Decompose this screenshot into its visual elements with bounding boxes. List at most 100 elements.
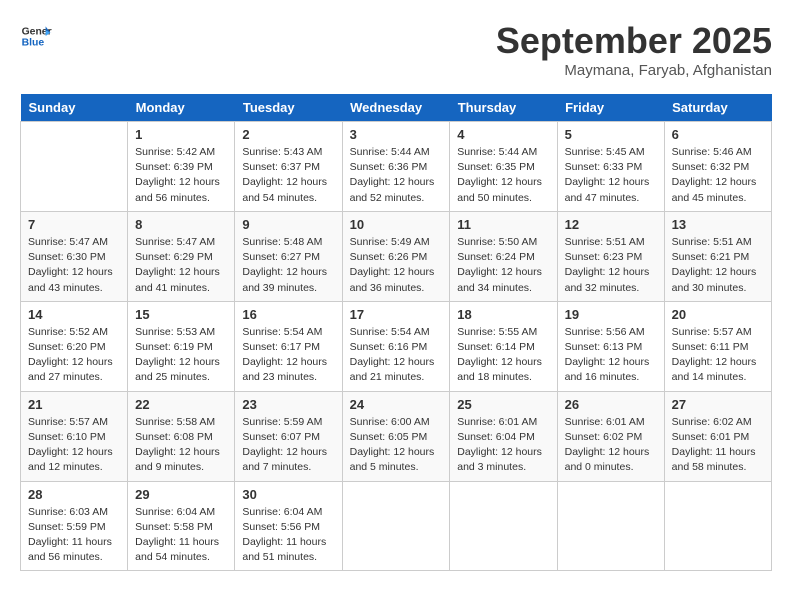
calendar-cell: 1 Sunrise: 5:42 AMSunset: 6:39 PMDaylight… [128,122,235,212]
weekday-header-wednesday: Wednesday [342,94,450,122]
day-info: Sunrise: 5:48 AMSunset: 6:27 PMDaylight:… [242,235,334,296]
day-number: 26 [565,397,657,412]
day-info: Sunrise: 6:03 AMSunset: 5:59 PMDaylight:… [28,505,120,566]
calendar-cell: 30 Sunrise: 6:04 AMSunset: 5:56 PMDayligh… [235,481,342,571]
day-number: 14 [28,307,120,322]
day-info: Sunrise: 6:01 AMSunset: 6:02 PMDaylight:… [565,415,657,476]
calendar-cell [664,481,771,571]
day-info: Sunrise: 5:57 AMSunset: 6:11 PMDaylight:… [672,325,764,386]
day-info: Sunrise: 6:04 AMSunset: 5:56 PMDaylight:… [242,505,334,566]
day-number: 17 [350,307,443,322]
calendar-cell: 15 Sunrise: 5:53 AMSunset: 6:19 PMDayligh… [128,301,235,391]
calendar-cell: 23 Sunrise: 5:59 AMSunset: 6:07 PMDayligh… [235,391,342,481]
day-number: 24 [350,397,443,412]
day-info: Sunrise: 5:43 AMSunset: 6:37 PMDaylight:… [242,145,334,206]
day-info: Sunrise: 5:46 AMSunset: 6:32 PMDaylight:… [672,145,764,206]
calendar-cell: 27 Sunrise: 6:02 AMSunset: 6:01 PMDayligh… [664,391,771,481]
calendar-cell [342,481,450,571]
calendar-cell: 16 Sunrise: 5:54 AMSunset: 6:17 PMDayligh… [235,301,342,391]
day-info: Sunrise: 5:42 AMSunset: 6:39 PMDaylight:… [135,145,227,206]
calendar-cell: 22 Sunrise: 5:58 AMSunset: 6:08 PMDayligh… [128,391,235,481]
day-info: Sunrise: 5:49 AMSunset: 6:26 PMDaylight:… [350,235,443,296]
day-info: Sunrise: 5:50 AMSunset: 6:24 PMDaylight:… [457,235,549,296]
day-info: Sunrise: 5:44 AMSunset: 6:35 PMDaylight:… [457,145,549,206]
day-info: Sunrise: 5:53 AMSunset: 6:19 PMDaylight:… [135,325,227,386]
weekday-header-saturday: Saturday [664,94,771,122]
day-number: 21 [28,397,120,412]
calendar-cell: 3 Sunrise: 5:44 AMSunset: 6:36 PMDaylight… [342,122,450,212]
weekday-header-thursday: Thursday [450,94,557,122]
day-number: 3 [350,127,443,142]
day-info: Sunrise: 6:02 AMSunset: 6:01 PMDaylight:… [672,415,764,476]
calendar-cell: 26 Sunrise: 6:01 AMSunset: 6:02 PMDayligh… [557,391,664,481]
calendar-cell [557,481,664,571]
weekday-header-tuesday: Tuesday [235,94,342,122]
day-number: 4 [457,127,549,142]
weekday-header-sunday: Sunday [21,94,128,122]
calendar-cell: 12 Sunrise: 5:51 AMSunset: 6:23 PMDayligh… [557,211,664,301]
day-number: 9 [242,217,334,232]
day-number: 29 [135,487,227,502]
calendar-cell: 5 Sunrise: 5:45 AMSunset: 6:33 PMDaylight… [557,122,664,212]
calendar-table: SundayMondayTuesdayWednesdayThursdayFrid… [20,94,772,571]
calendar-cell: 17 Sunrise: 5:54 AMSunset: 6:16 PMDayligh… [342,301,450,391]
day-number: 16 [242,307,334,322]
day-number: 5 [565,127,657,142]
calendar-cell: 19Sunrise: 5:56 AMSunset: 6:13 PMDayligh… [557,301,664,391]
day-info: Sunrise: 5:57 AMSunset: 6:10 PMDaylight:… [28,415,120,476]
day-info: Sunrise: 5:51 AMSunset: 6:23 PMDaylight:… [565,235,657,296]
day-info: Sunrise: 5:55 AMSunset: 6:14 PMDaylight:… [457,325,549,386]
calendar-cell: 2 Sunrise: 5:43 AMSunset: 6:37 PMDaylight… [235,122,342,212]
calendar-cell: 4 Sunrise: 5:44 AMSunset: 6:35 PMDaylight… [450,122,557,212]
day-number: 10 [350,217,443,232]
day-number: 2 [242,127,334,142]
calendar-cell: 21 Sunrise: 5:57 AMSunset: 6:10 PMDayligh… [21,391,128,481]
day-info: Sunrise: 5:47 AMSunset: 6:29 PMDaylight:… [135,235,227,296]
title-block: September 2025 Maymana, Faryab, Afghanis… [496,20,772,79]
calendar-cell: 6 Sunrise: 5:46 AMSunset: 6:32 PMDaylight… [664,122,771,212]
weekday-header-monday: Monday [128,94,235,122]
calendar-cell [450,481,557,571]
day-info: Sunrise: 6:04 AMSunset: 5:58 PMDaylight:… [135,505,227,566]
calendar-cell: 14 Sunrise: 5:52 AMSunset: 6:20 PMDayligh… [21,301,128,391]
logo: General Blue [20,20,52,52]
day-number: 20 [672,307,764,322]
day-info: Sunrise: 6:00 AMSunset: 6:05 PMDaylight:… [350,415,443,476]
calendar-cell [21,122,128,212]
day-info: Sunrise: 5:58 AMSunset: 6:08 PMDaylight:… [135,415,227,476]
svg-text:Blue: Blue [22,38,45,49]
calendar-cell: 28Sunrise: 6:03 AMSunset: 5:59 PMDayligh… [21,481,128,571]
calendar-cell: 25 Sunrise: 6:01 AMSunset: 6:04 PMDayligh… [450,391,557,481]
day-info: Sunrise: 5:51 AMSunset: 6:21 PMDaylight:… [672,235,764,296]
day-number: 1 [135,127,227,142]
day-number: 12 [565,217,657,232]
day-number: 23 [242,397,334,412]
day-info: Sunrise: 5:52 AMSunset: 6:20 PMDaylight:… [28,325,120,386]
day-number: 8 [135,217,227,232]
calendar-cell: 24 Sunrise: 6:00 AMSunset: 6:05 PMDayligh… [342,391,450,481]
calendar-cell: 10 Sunrise: 5:49 AMSunset: 6:26 PMDayligh… [342,211,450,301]
calendar-cell: 18 Sunrise: 5:55 AMSunset: 6:14 PMDayligh… [450,301,557,391]
day-number: 30 [242,487,334,502]
day-number: 27 [672,397,764,412]
day-info: Sunrise: 5:44 AMSunset: 6:36 PMDaylight:… [350,145,443,206]
day-info: Sunrise: 5:54 AMSunset: 6:17 PMDaylight:… [242,325,334,386]
day-number: 6 [672,127,764,142]
calendar-cell: 7Sunrise: 5:47 AMSunset: 6:30 PMDaylight… [21,211,128,301]
day-number: 19 [565,307,657,322]
day-number: 25 [457,397,549,412]
day-info: Sunrise: 5:54 AMSunset: 6:16 PMDaylight:… [350,325,443,386]
day-info: Sunrise: 5:59 AMSunset: 6:07 PMDaylight:… [242,415,334,476]
calendar-cell: 29 Sunrise: 6:04 AMSunset: 5:58 PMDayligh… [128,481,235,571]
day-number: 15 [135,307,227,322]
day-info: Sunrise: 5:45 AMSunset: 6:33 PMDaylight:… [565,145,657,206]
calendar-cell: 11Sunrise: 5:50 AMSunset: 6:24 PMDayligh… [450,211,557,301]
day-number: 22 [135,397,227,412]
day-info: Sunrise: 6:01 AMSunset: 6:04 PMDaylight:… [457,415,549,476]
day-number: 13 [672,217,764,232]
calendar-cell: 9 Sunrise: 5:48 AMSunset: 6:27 PMDaylight… [235,211,342,301]
day-number: 18 [457,307,549,322]
location-subtitle: Maymana, Faryab, Afghanistan [496,62,772,79]
calendar-cell: 20 Sunrise: 5:57 AMSunset: 6:11 PMDayligh… [664,301,771,391]
calendar-cell: 8 Sunrise: 5:47 AMSunset: 6:29 PMDaylight… [128,211,235,301]
